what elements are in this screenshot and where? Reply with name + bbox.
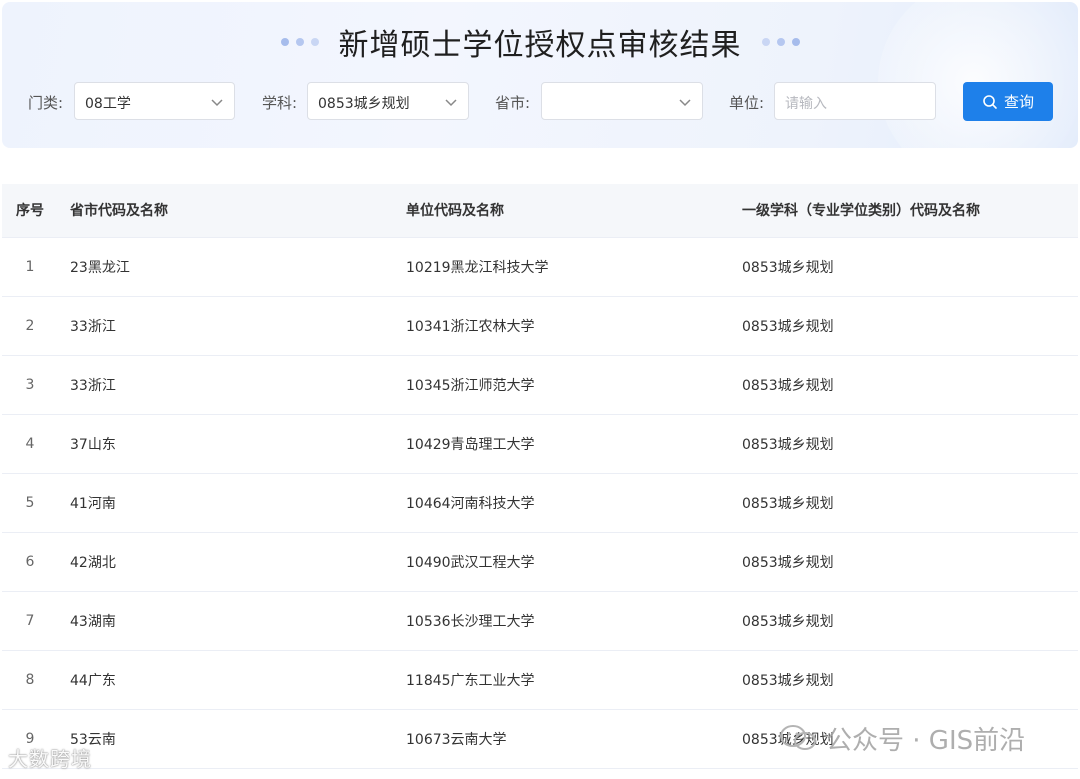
category-select[interactable]: 08工学 xyxy=(74,82,235,120)
cell-province: 42湖北 xyxy=(70,554,116,571)
subject-select-value: 0853城乡规划 xyxy=(318,96,410,112)
cell-subject: 0853城乡规划 xyxy=(742,672,834,689)
chevron-down-icon xyxy=(679,99,691,107)
table-row[interactable]: 2 33浙江 10341浙江农林大学 0853城乡规划 xyxy=(2,296,1078,355)
dot-decoration-icon xyxy=(761,38,800,46)
table-row[interactable]: 3 33浙江 10345浙江师范大学 0853城乡规划 xyxy=(2,355,1078,414)
cell-subject: 0853城乡规划 xyxy=(742,495,834,512)
cell-subject: 0853城乡规划 xyxy=(742,318,834,335)
dot-decoration-icon xyxy=(280,38,319,46)
cell-province: 33浙江 xyxy=(70,318,116,335)
subject-select[interactable]: 0853城乡规划 xyxy=(307,82,469,120)
table-row[interactable]: 1 23黑龙江 10219黑龙江科技大学 0853城乡规划 xyxy=(2,237,1078,296)
cell-no: 4 xyxy=(25,435,35,452)
cell-no: 5 xyxy=(25,494,35,511)
table-row[interactable]: 7 43湖南 10536长沙理工大学 0853城乡规划 xyxy=(2,591,1078,650)
page-title: 新增硕士学位授权点审核结果 xyxy=(338,28,742,63)
cell-province: 44广东 xyxy=(70,672,116,689)
cell-subject: 0853城乡规划 xyxy=(742,436,834,453)
category-select-value: 08工学 xyxy=(85,96,131,112)
cell-no: 2 xyxy=(25,317,35,334)
cell-province: 33浙江 xyxy=(70,377,116,394)
header-subject: 一级学科（专业学位类别）代码及名称 xyxy=(742,203,980,220)
cell-subject: 0853城乡规划 xyxy=(742,613,834,630)
title-row: 新增硕士学位授权点审核结果 xyxy=(0,18,1080,66)
cell-no: 7 xyxy=(25,612,35,629)
cell-unit: 11845广东工业大学 xyxy=(406,672,535,689)
chevron-down-icon xyxy=(211,99,223,107)
cell-province: 53云南 xyxy=(70,731,116,748)
cell-unit: 10673云南大学 xyxy=(406,731,507,748)
search-icon xyxy=(983,94,997,109)
unit-search-input[interactable]: 请输入 xyxy=(774,82,936,120)
cell-province: 23黑龙江 xyxy=(70,259,130,276)
header-no: 序号 xyxy=(16,203,44,220)
wechat-icon xyxy=(780,725,816,750)
cell-no: 8 xyxy=(25,671,35,688)
unit-label: 单位: xyxy=(729,94,765,112)
cell-subject: 0853城乡规划 xyxy=(742,377,834,394)
cell-unit: 10341浙江农林大学 xyxy=(406,318,535,335)
table-header-row: 序号 省市代码及名称 单位代码及名称 一级学科（专业学位类别）代码及名称 xyxy=(2,184,1078,237)
cell-unit: 10464河南科技大学 xyxy=(406,495,535,512)
cell-subject: 0853城乡规划 xyxy=(742,259,834,276)
watermark-left: 大数跨境 xyxy=(8,743,92,772)
cell-unit: 10490武汉工程大学 xyxy=(406,554,535,571)
cell-province: 37山东 xyxy=(70,436,116,453)
cell-unit: 10345浙江师范大学 xyxy=(406,377,535,394)
cell-province: 41河南 xyxy=(70,495,116,512)
table-row[interactable]: 4 37山东 10429青岛理工大学 0853城乡规划 xyxy=(2,414,1078,473)
cell-unit: 10429青岛理工大学 xyxy=(406,436,535,453)
filter-bar: 门类: 08工学 学科: 0853城乡规划 省市: 单位: 请输入 查询 xyxy=(0,82,1080,122)
watermark-left-text: 大数跨境 xyxy=(8,747,92,771)
search-button-label: 查询 xyxy=(1003,93,1034,111)
header-unit: 单位代码及名称 xyxy=(406,203,504,220)
cell-subject: 0853城乡规划 xyxy=(742,554,834,571)
cell-no: 3 xyxy=(25,376,35,393)
watermark-right: 公众号 · GIS前沿 xyxy=(778,718,1025,758)
results-table: 序号 省市代码及名称 单位代码及名称 一级学科（专业学位类别）代码及名称 1 2… xyxy=(2,184,1078,769)
cell-no: 1 xyxy=(25,258,35,275)
search-button[interactable]: 查询 xyxy=(963,82,1053,121)
cell-no: 6 xyxy=(25,553,35,570)
table-row[interactable]: 5 41河南 10464河南科技大学 0853城乡规划 xyxy=(2,473,1078,532)
chevron-down-icon xyxy=(445,99,457,107)
category-label: 门类: xyxy=(28,94,64,112)
cell-province: 43湖南 xyxy=(70,613,116,630)
table-row[interactable]: 6 42湖北 10490武汉工程大学 0853城乡规划 xyxy=(2,532,1078,591)
table-row[interactable]: 8 44广东 11845广东工业大学 0853城乡规划 xyxy=(2,650,1078,709)
unit-input-placeholder: 请输入 xyxy=(785,96,827,112)
cell-unit: 10536长沙理工大学 xyxy=(406,613,535,630)
province-select[interactable] xyxy=(541,82,703,120)
watermark-right-text: 公众号 · GIS前沿 xyxy=(826,725,1026,756)
province-label: 省市: xyxy=(495,94,531,112)
cell-unit: 10219黑龙江科技大学 xyxy=(406,259,549,276)
subject-label: 学科: xyxy=(262,94,298,112)
header-province: 省市代码及名称 xyxy=(70,203,168,220)
